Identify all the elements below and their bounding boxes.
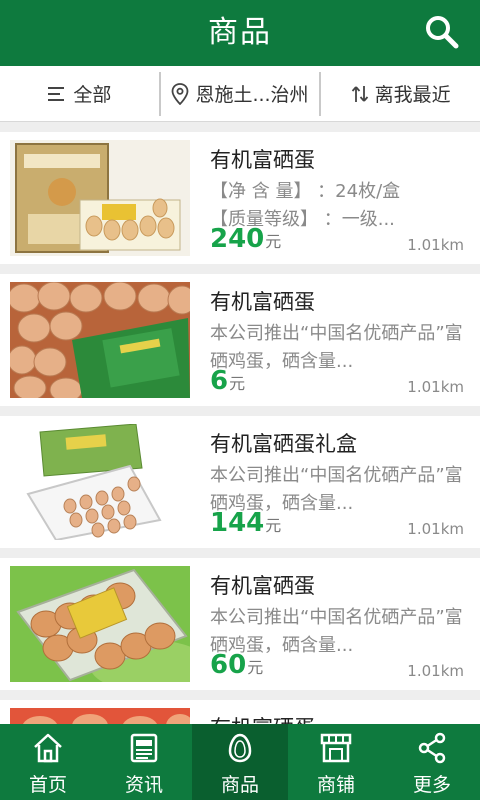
product-distance: 1.01km (407, 236, 464, 254)
product-list: 有机富硒蛋 【净 含 量】 ：24枚/盒 【质量等级】 ：一级... 240元 … (0, 122, 480, 724)
filter-category-label: 全部 (73, 84, 112, 106)
product-image (10, 708, 190, 724)
product-item[interactable]: 有机富硒蛋 (0, 700, 480, 724)
price-unit: 元 (265, 516, 282, 535)
price-unit: 元 (229, 374, 246, 393)
tab-label: 资讯 (124, 774, 163, 796)
app-header: 商品 (0, 0, 480, 66)
home-icon (34, 733, 62, 763)
price-value: 144 (210, 508, 265, 538)
product-item[interactable]: 有机富硒蛋 【净 含 量】 ：24枚/盒 【质量等级】 ：一级... 240元 … (0, 132, 480, 264)
product-name: 有机富硒蛋 (210, 712, 315, 724)
share-icon (418, 732, 446, 764)
tab-more[interactable]: 更多 (384, 724, 480, 800)
product-distance: 1.01km (407, 662, 464, 680)
location-pin-icon (172, 82, 189, 105)
product-item[interactable]: 有机富硒蛋 本公司推出“中国名优硒产品”富硒鸡蛋，硒含量... 60元 1.01… (0, 558, 480, 690)
search-icon (426, 16, 459, 49)
store-icon (320, 733, 352, 763)
price-unit: 元 (265, 232, 282, 251)
filter-sort-label: 离我最近 (374, 84, 451, 106)
product-description: 本公司推出“中国名优硒产品”富硒鸡蛋，硒含量... (210, 323, 463, 372)
news-icon (130, 733, 158, 763)
product-image (10, 566, 190, 682)
price-value: 240 (210, 224, 265, 254)
egg-icon (228, 733, 252, 763)
filter-location[interactable]: 恩施土...治州 (161, 66, 320, 121)
product-price: 60元 (210, 650, 263, 680)
product-name: 有机富硒蛋 (210, 290, 315, 314)
product-distance: 1.01km (407, 520, 464, 538)
product-price: 144元 (210, 508, 281, 538)
filter-category[interactable]: 全部 (0, 66, 159, 121)
tab-news[interactable]: 资讯 (96, 724, 192, 800)
tab-stores[interactable]: 商铺 (288, 724, 384, 800)
price-value: 60 (210, 650, 247, 680)
tab-home[interactable]: 首页 (0, 724, 96, 800)
product-price: 6元 (210, 366, 245, 396)
bottom-tab-bar: 首页 资讯 商品 商铺 更多 (0, 724, 480, 800)
product-price: 240元 (210, 224, 281, 254)
product-item[interactable]: 有机富硒蛋 本公司推出“中国名优硒产品”富硒鸡蛋，硒含量... 6元 1.01k… (0, 274, 480, 406)
product-name: 有机富硒蛋 (210, 574, 315, 598)
product-name: 有机富硒蛋 (210, 148, 315, 172)
filter-location-label: 恩施土...治州 (195, 84, 309, 106)
filter-sort[interactable]: 离我最近 (321, 66, 480, 121)
list-icon (48, 86, 65, 101)
product-item[interactable]: 有机富硒蛋礼盒 本公司推出“中国名优硒产品”富硒鸡蛋，硒含量... 144元 1… (0, 416, 480, 548)
tab-products[interactable]: 商品 (192, 724, 288, 800)
tab-label: 商铺 (316, 774, 355, 796)
tab-label: 首页 (28, 774, 67, 796)
filter-bar: 全部 恩施土...治州 离我最近 (0, 66, 480, 122)
price-value: 6 (210, 366, 229, 396)
product-image (10, 424, 190, 540)
product-image (10, 282, 190, 398)
product-image (10, 140, 190, 256)
search-button[interactable] (422, 12, 462, 52)
tab-label: 商品 (220, 774, 259, 796)
product-name: 有机富硒蛋礼盒 (210, 432, 357, 456)
sort-icon (351, 85, 368, 102)
product-distance: 1.01km (407, 378, 464, 396)
tab-label: 更多 (412, 774, 451, 796)
price-unit: 元 (247, 658, 264, 677)
page-title: 商品 (208, 15, 272, 50)
